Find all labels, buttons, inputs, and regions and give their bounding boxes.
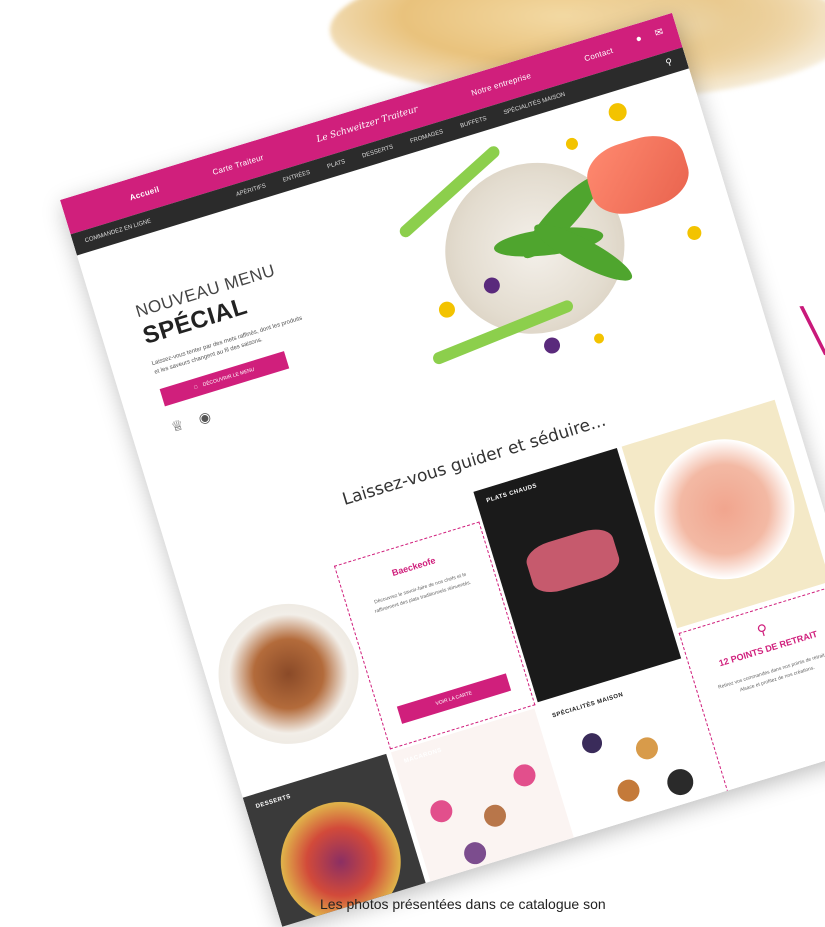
document-icon: □ [193, 384, 199, 391]
pastry-item [614, 776, 643, 805]
macaron [481, 801, 509, 830]
sauce-dot [685, 224, 704, 242]
sauce-dot [436, 299, 457, 320]
category-item[interactable]: DESSERTS [362, 144, 395, 159]
category-item[interactable]: PLATS [327, 159, 347, 170]
nav-item-contact[interactable]: Contact [583, 46, 614, 63]
category-item[interactable]: FROMAGES [410, 129, 445, 145]
carpaccio-image [637, 421, 812, 597]
hero-text-block: NOUVEAU MENU SPÉCIAL Laissez-vous tenter… [133, 256, 327, 436]
nav-item-carte[interactable]: Carte Traiteur [211, 152, 264, 176]
macaron [427, 797, 456, 825]
duck-image [522, 523, 624, 598]
sauce-dot [606, 100, 629, 124]
violet-flower [542, 335, 563, 356]
cart-icon[interactable]: ✉ [654, 27, 665, 40]
macaron [461, 839, 489, 867]
catalogue-caption: Les photos présentées dans ce catalogue … [320, 896, 606, 912]
website-mockup: Accueil Carte Traiteur Le Schweitzer Tra… [60, 12, 825, 927]
pastry-item [579, 730, 605, 756]
pastry-item [633, 734, 661, 763]
sauce-dot [564, 136, 580, 152]
category-item[interactable]: ENTRÉES [282, 170, 311, 184]
decorative-letter: V [795, 287, 825, 375]
macaron [510, 761, 539, 790]
seal-logo-icon: ◉ [196, 407, 213, 427]
card-label: MACARONS [403, 747, 443, 765]
discover-menu-label: DÉCOUVRIR LE MENU [202, 366, 256, 389]
sauce-dot [592, 332, 606, 345]
header-icons: ● ✉ [634, 27, 664, 46]
category-item[interactable]: BUFFETS [460, 116, 488, 130]
pastry-item [664, 765, 697, 799]
card-label: PLATS CHAUDS [485, 483, 538, 505]
see-menu-button[interactable]: VOIR LA CARTE [396, 673, 512, 724]
card-label: SPÉCIALITÉS MAISON [551, 692, 625, 720]
award-logo-icon: ♕ [169, 416, 186, 436]
card-label: DESSERTS [255, 793, 292, 811]
nav-item-entreprise[interactable]: Notre entreprise [470, 71, 532, 98]
user-icon[interactable]: ● [634, 33, 643, 45]
nav-item-accueil[interactable]: Accueil [128, 184, 160, 202]
search-icon[interactable]: ⚲ [664, 56, 674, 68]
category-item[interactable]: APÉRITIFS [235, 183, 266, 198]
